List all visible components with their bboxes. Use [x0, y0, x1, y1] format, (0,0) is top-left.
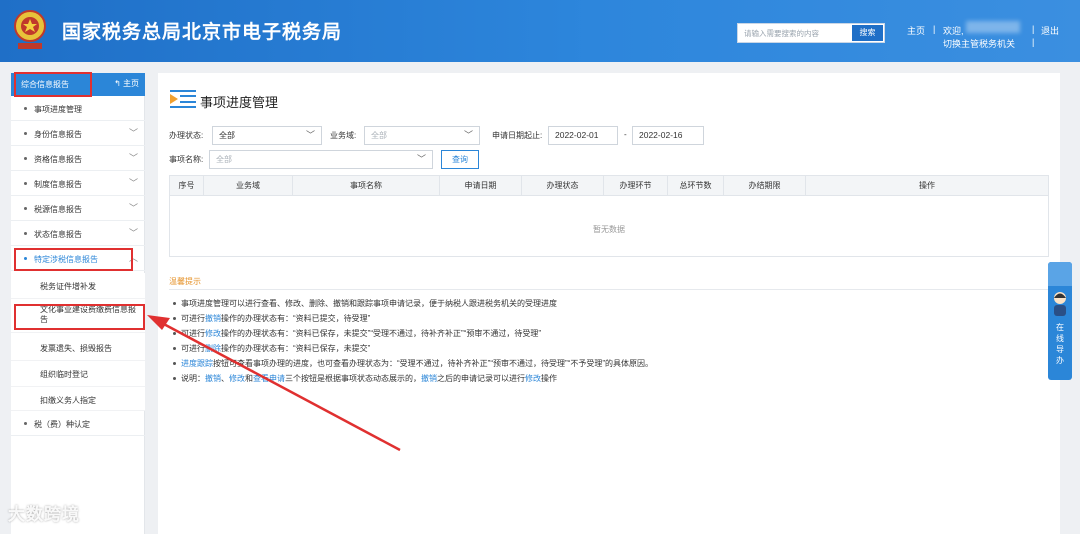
- collapse-icon[interactable]: [1048, 262, 1072, 286]
- annotation-arrow: [147, 315, 401, 452]
- watermark: 大数跨境: [8, 505, 80, 524]
- service-agent-icon: [1054, 292, 1066, 316]
- online-guide-label: 在线导办: [1056, 323, 1064, 365]
